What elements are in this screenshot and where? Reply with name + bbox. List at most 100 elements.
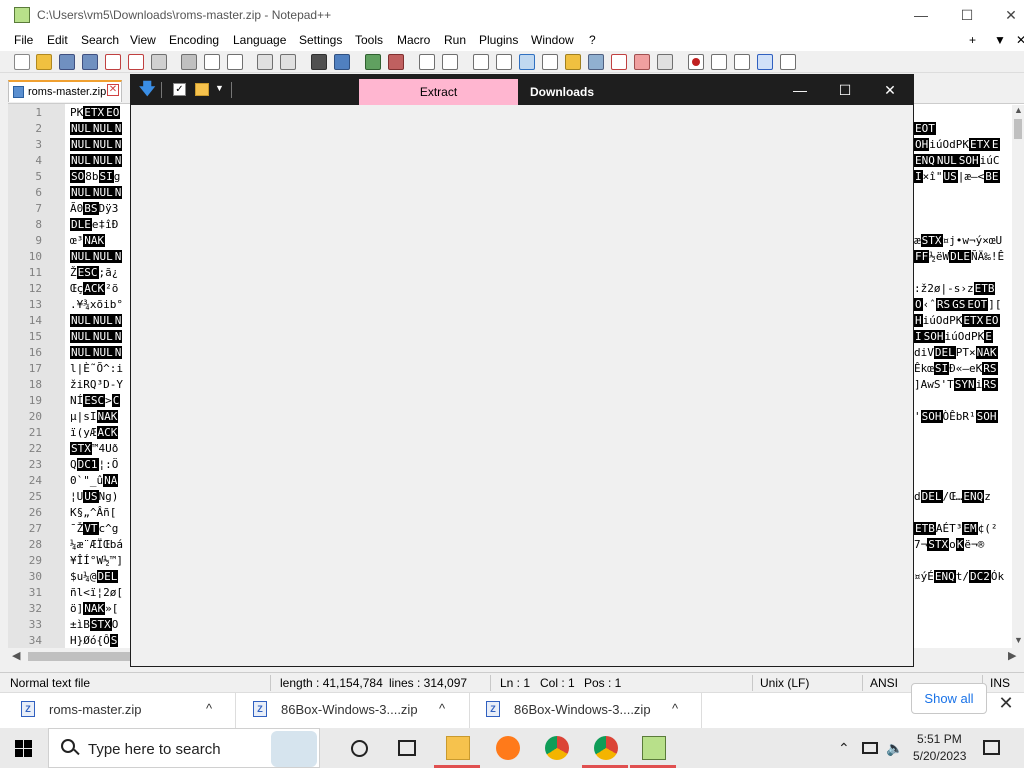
zoom-in-icon[interactable]	[365, 54, 381, 70]
tab-extract[interactable]: Extract	[359, 79, 518, 105]
chevron-up-icon[interactable]: ^	[206, 701, 212, 716]
status-insert-mode[interactable]: INS	[990, 676, 1010, 690]
task-view-icon[interactable]	[398, 740, 416, 756]
vertical-scroll-thumb[interactable]	[1014, 119, 1022, 139]
doc-tab-roms-master[interactable]: roms-master.zip ✕	[8, 80, 122, 102]
menu-run[interactable]: Run	[444, 33, 466, 47]
extract-title-bar[interactable]: 🡇 ✓ ▼ Extract Downloads — ☐ ✕	[131, 75, 913, 105]
extract-maximize-button[interactable]: ☐	[822, 75, 868, 105]
doc-map-icon[interactable]	[565, 54, 581, 70]
undo-icon[interactable]	[257, 54, 273, 70]
tab-close-icon[interactable]: ✕	[107, 84, 119, 96]
monitoring-icon[interactable]	[634, 54, 650, 70]
download-arrow-icon[interactable]: 🡇	[139, 82, 155, 98]
open-file-icon[interactable]	[36, 54, 52, 70]
menu-search[interactable]: Search	[81, 33, 119, 47]
indent-guide-icon[interactable]	[519, 54, 535, 70]
menu-window[interactable]: Window	[531, 33, 574, 47]
scroll-left-icon[interactable]: ◀	[12, 649, 20, 662]
chrome-profile-icon[interactable]	[594, 736, 618, 760]
code-line-right: FF½ëWDLEÑÄ‰!Ê	[914, 250, 1005, 263]
menu-encoding[interactable]: Encoding	[169, 33, 219, 47]
file-explorer-icon[interactable]	[446, 736, 470, 760]
tab-downloads[interactable]: Downloads	[519, 79, 605, 105]
save-macro-icon[interactable]	[780, 54, 796, 70]
run-macro-multiple-icon[interactable]	[757, 54, 773, 70]
notification-center-icon[interactable]	[983, 740, 1000, 755]
taskbar-search-box[interactable]: Type here to search	[48, 728, 320, 768]
control-char-token: STX	[89, 618, 112, 631]
menu-language[interactable]: Language	[233, 33, 286, 47]
download-item[interactable]: Z 86Box-Windows-3....zip ^	[470, 693, 702, 729]
function-list-icon[interactable]	[588, 54, 604, 70]
menu-edit[interactable]: Edit	[47, 33, 68, 47]
chevron-up-icon[interactable]: ^	[439, 701, 445, 716]
stop-macro-icon[interactable]	[711, 54, 727, 70]
scroll-down-icon[interactable]: ▼	[1014, 635, 1023, 645]
notepadpp-taskbar-icon[interactable]	[642, 736, 666, 760]
cortana-circle-icon[interactable]	[351, 740, 368, 757]
windows-start-icon[interactable]	[15, 740, 32, 757]
menu-tools[interactable]: Tools	[355, 33, 383, 47]
chrome-icon[interactable]	[545, 736, 569, 760]
new-tab-plus-icon[interactable]: +	[969, 33, 976, 47]
show-all-button[interactable]: Show all	[911, 683, 987, 714]
new-file-icon[interactable]	[14, 54, 30, 70]
title-bar[interactable]: C:\Users\vm5\Downloads\roms-master.zip -…	[0, 0, 1024, 31]
maximize-button[interactable]: ☐	[944, 0, 990, 31]
tray-chevron-up-icon[interactable]: ⌃	[838, 740, 850, 757]
download-item[interactable]: Z roms-master.zip ^	[0, 693, 236, 729]
properties-check-icon[interactable]: ✓	[173, 83, 186, 96]
close-button[interactable]: ✕	[988, 0, 1024, 31]
close-file-icon[interactable]	[105, 54, 121, 70]
scroll-right-icon[interactable]: ▶	[1008, 649, 1016, 662]
menu-macro[interactable]: Macro	[397, 33, 430, 47]
save-icon[interactable]	[59, 54, 75, 70]
close-doc-icon[interactable]: ✕	[1016, 33, 1024, 47]
menu-view[interactable]: View	[130, 33, 156, 47]
zoom-out-icon[interactable]	[388, 54, 404, 70]
close-all-icon[interactable]	[128, 54, 144, 70]
clock-date[interactable]: 5/20/2023	[913, 749, 966, 763]
paste-icon[interactable]	[227, 54, 243, 70]
downloads-close-icon[interactable]: ✕	[995, 692, 1017, 714]
menu-file[interactable]: File	[14, 33, 33, 47]
scroll-up-icon[interactable]: ▲	[1014, 105, 1023, 115]
extract-minimize-button[interactable]: —	[777, 75, 823, 105]
clock-time[interactable]: 5:51 PM	[917, 732, 962, 746]
chevron-up-icon[interactable]: ^	[672, 701, 678, 716]
user-lang-icon[interactable]	[542, 54, 558, 70]
tab-list-dropdown-icon[interactable]: ▼	[994, 33, 1006, 47]
new-folder-icon[interactable]	[195, 83, 209, 96]
extract-close-button[interactable]: ✕	[867, 75, 913, 105]
vertical-scrollbar[interactable]: ▲ ▼	[1012, 105, 1024, 648]
replace-icon[interactable]	[334, 54, 350, 70]
show-all-chars-icon[interactable]	[496, 54, 512, 70]
sync-horizontal-icon[interactable]	[442, 54, 458, 70]
minimize-button[interactable]: —	[898, 0, 944, 31]
find-icon[interactable]	[311, 54, 327, 70]
copy-icon[interactable]	[204, 54, 220, 70]
download-item[interactable]: Z 86Box-Windows-3....zip ^	[236, 693, 470, 729]
horizontal-scroll-thumb[interactable]	[28, 652, 132, 661]
record-macro-icon[interactable]	[688, 54, 704, 70]
sync-vertical-icon[interactable]	[419, 54, 435, 70]
save-all-icon[interactable]	[82, 54, 98, 70]
network-icon[interactable]	[862, 742, 878, 754]
menu-settings[interactable]: Settings	[299, 33, 342, 47]
firefox-icon[interactable]	[496, 736, 520, 760]
cut-icon[interactable]	[181, 54, 197, 70]
menu-help[interactable]: ?	[589, 33, 596, 47]
eye-icon[interactable]	[657, 54, 673, 70]
folder-workspace-icon[interactable]	[611, 54, 627, 70]
menu-plugins[interactable]: Plugins	[479, 33, 518, 47]
status-eol[interactable]: Unix (LF)	[760, 676, 809, 690]
status-encoding[interactable]: ANSI	[870, 676, 898, 690]
qat-dropdown-icon[interactable]: ▼	[215, 83, 224, 93]
redo-icon[interactable]	[280, 54, 296, 70]
print-icon[interactable]	[151, 54, 167, 70]
play-macro-icon[interactable]	[734, 54, 750, 70]
downloads-bar: Z roms-master.zip ^ Z 86Box-Windows-3...…	[0, 692, 1024, 729]
volume-icon[interactable]: 🔈	[886, 740, 903, 757]
word-wrap-icon[interactable]	[473, 54, 489, 70]
